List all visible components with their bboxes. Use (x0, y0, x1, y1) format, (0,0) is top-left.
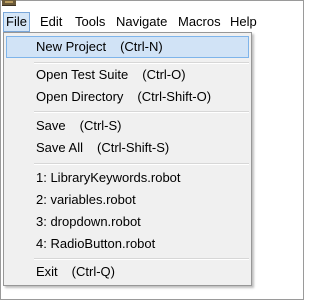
menu-item-label: 4: RadioButton.robot (36, 236, 156, 251)
menu-edit[interactable]: Edit (37, 12, 65, 32)
menu-item-recent-4[interactable]: 4: RadioButton.robot (6, 233, 249, 255)
menu-item-save-all[interactable]: Save All (Ctrl-Shift-S) (6, 137, 249, 159)
menu-item-label: 1: LibraryKeywords.robot (36, 170, 181, 185)
menu-item-shortcut: (Ctrl-Shift-O) (137, 89, 212, 104)
menu-item-label: Save (36, 118, 66, 133)
menu-item-shortcut: (Ctrl-Q) (71, 264, 115, 279)
menu-item-exit[interactable]: Exit (Ctrl-Q) (6, 261, 249, 283)
menu-separator (34, 111, 249, 113)
menu-item-shortcut: (Ctrl-O) (142, 67, 186, 82)
menu-item-open-test-suite[interactable]: Open Test Suite (Ctrl-O) (6, 64, 249, 86)
menu-item-label: Open Test Suite (36, 67, 129, 82)
menu-item-shortcut: (Ctrl-N) (120, 39, 163, 54)
menu-item-recent-3[interactable]: 3: dropdown.robot (6, 211, 249, 233)
menu-item-label: New Project (36, 39, 107, 54)
menu-item-shortcut: (Ctrl-Shift-S) (96, 140, 170, 155)
menu-item-label: 2: variables.robot (36, 192, 136, 207)
menu-separator (34, 163, 249, 165)
menu-item-label: Save All (36, 140, 83, 155)
menu-item-recent-2[interactable]: 2: variables.robot (6, 189, 249, 211)
menu-item-open-directory[interactable]: Open Directory (Ctrl-Shift-O) (6, 86, 249, 108)
menu-item-label: 3: dropdown.robot (36, 214, 141, 229)
menu-tools[interactable]: Tools (72, 12, 108, 32)
app-icon (2, 0, 16, 6)
menu-item-new-project[interactable]: New Project (Ctrl-N) (6, 36, 249, 58)
file-menu-dropdown: New Project (Ctrl-N) Open Test Suite (Ctrl… (3, 32, 252, 286)
menu-macros[interactable]: Macros (175, 12, 224, 32)
menu-item-shortcut: (Ctrl-S) (79, 118, 122, 133)
menu-help[interactable]: Help (227, 12, 260, 32)
menu-item-label: Exit (36, 264, 58, 279)
menu-bar: File Edit Tools Navigate Macros Help (1, 12, 303, 32)
menu-item-recent-1[interactable]: 1: LibraryKeywords.robot (6, 167, 249, 189)
menu-item-label: Open Directory (36, 89, 124, 104)
menu-file[interactable]: File (3, 12, 30, 32)
menu-item-save[interactable]: Save (Ctrl-S) (6, 115, 249, 137)
menu-separator (34, 258, 249, 260)
menu-navigate[interactable]: Navigate (113, 12, 170, 32)
